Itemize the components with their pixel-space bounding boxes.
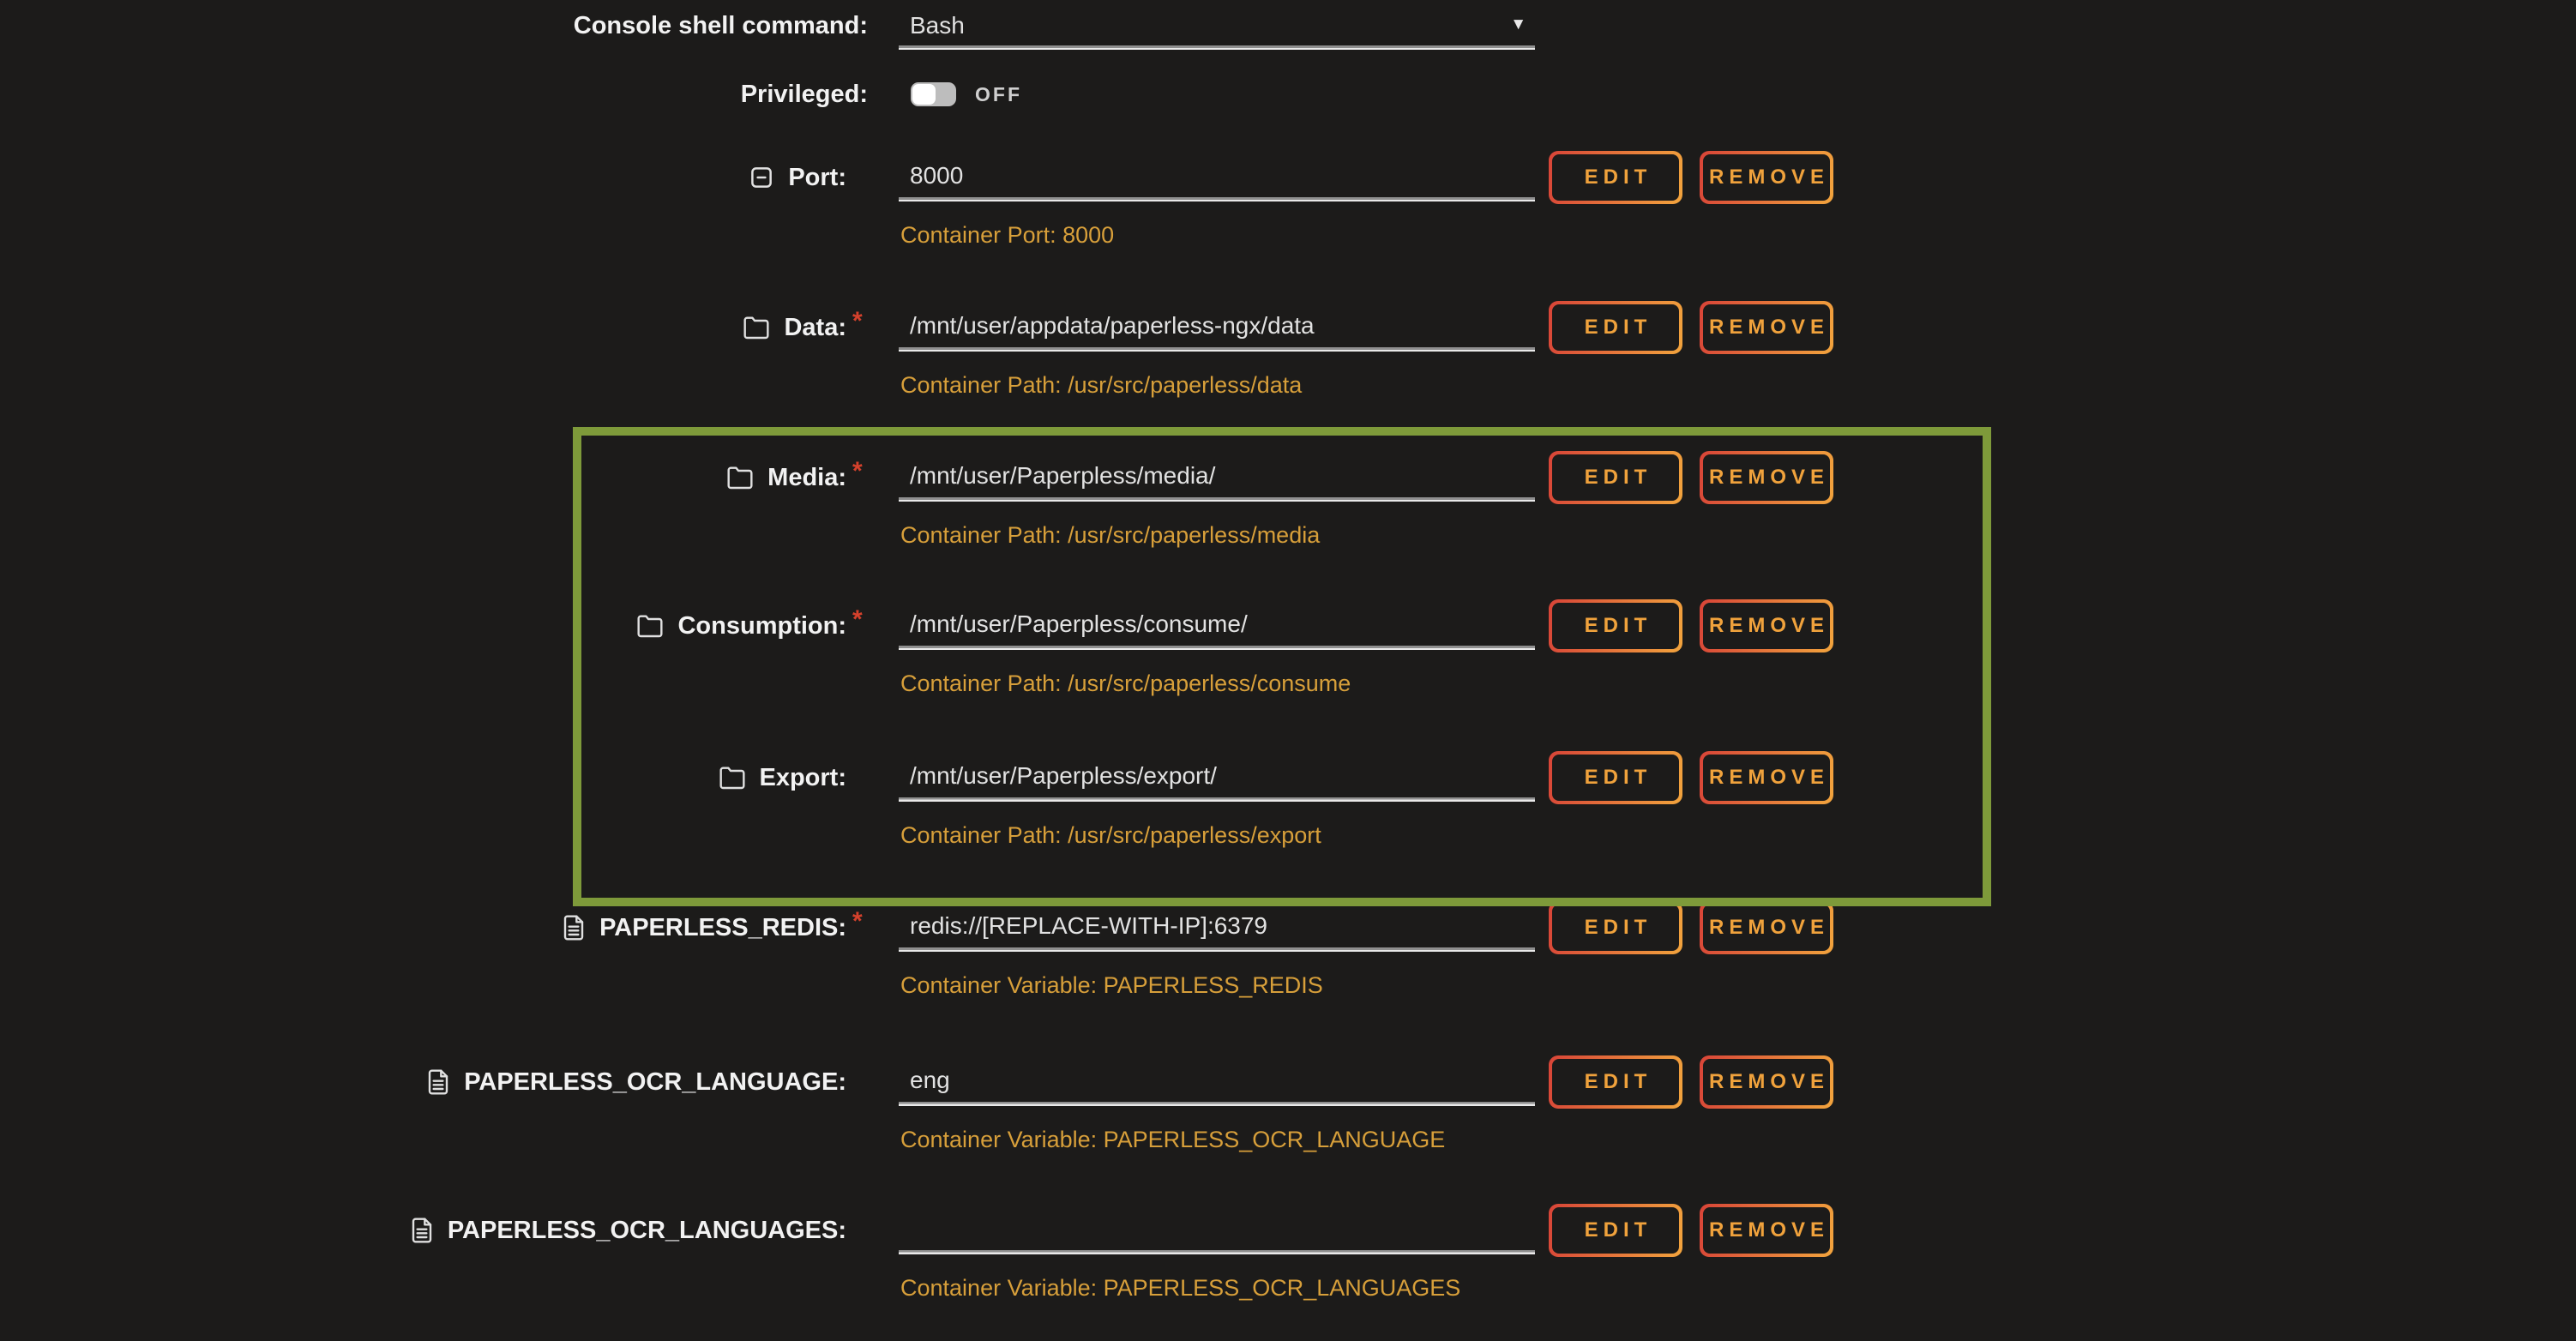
data-path-row: Data: * /mnt/user/appdata/paperless-ngx/… bbox=[0, 299, 2576, 399]
edit-button-label: EDIT bbox=[1552, 905, 1679, 951]
edit-button-label: EDIT bbox=[1552, 304, 1679, 351]
field-description: Container Path: /usr/src/paperless/consu… bbox=[899, 670, 1535, 697]
required-marker: * bbox=[852, 307, 868, 336]
remove-button-label: REMOVE bbox=[1703, 1059, 1830, 1105]
export-path-input[interactable]: /mnt/user/Paperpless/export/ bbox=[899, 749, 1535, 802]
field-label: PAPERLESS_OCR_LANGUAGE: bbox=[464, 1068, 846, 1097]
remove-button[interactable]: REMOVE bbox=[1700, 451, 1833, 504]
edit-button-label: EDIT bbox=[1552, 1059, 1679, 1105]
edit-button[interactable]: EDIT bbox=[1549, 599, 1682, 652]
field-label: PAPERLESS_OCR_LANGUAGES: bbox=[448, 1217, 846, 1245]
field-description: Container Path: /usr/src/paperless/expor… bbox=[899, 822, 1535, 849]
folder-icon bbox=[743, 316, 770, 340]
field-description: Container Port: 8000 bbox=[899, 222, 1535, 249]
field-label: Port: bbox=[788, 164, 846, 192]
remove-button-label: REMOVE bbox=[1703, 1207, 1830, 1254]
edit-button[interactable]: EDIT bbox=[1549, 1204, 1682, 1257]
field-value: 8000 bbox=[899, 162, 963, 189]
remove-button[interactable]: REMOVE bbox=[1700, 1204, 1833, 1257]
docker-template-settings-page: Console shell command: Bash ▼ Privileged… bbox=[0, 0, 2576, 1341]
paperless-ocr-languages-row: PAPERLESS_OCR_LANGUAGES: Container Varia… bbox=[0, 1202, 2576, 1302]
privileged-state-label: OFF bbox=[975, 83, 1022, 106]
remove-button-label: REMOVE bbox=[1703, 755, 1830, 801]
field-value: /mnt/user/Paperpless/media/ bbox=[899, 462, 1215, 490]
field-value: /mnt/user/appdata/paperless-ngx/data bbox=[899, 312, 1315, 340]
privileged-toggle[interactable] bbox=[911, 82, 956, 106]
required-marker: * bbox=[852, 605, 868, 634]
edit-button-label: EDIT bbox=[1552, 603, 1679, 649]
port-input[interactable]: 8000 bbox=[899, 149, 1535, 201]
field-value: /mnt/user/Paperpless/consume/ bbox=[899, 610, 1248, 638]
field-value: eng bbox=[899, 1067, 950, 1094]
toggle-knob-icon bbox=[912, 84, 936, 105]
remove-button[interactable]: REMOVE bbox=[1700, 301, 1833, 354]
data-path-input[interactable]: /mnt/user/appdata/paperless-ngx/data bbox=[899, 299, 1535, 352]
remove-button-label: REMOVE bbox=[1703, 603, 1830, 649]
field-value: redis://[REPLACE-WITH-IP]:6379 bbox=[899, 912, 1267, 940]
media-path-row: Media: * /mnt/user/Paperpless/media/ Con… bbox=[0, 449, 2576, 549]
paperless-ocr-language-row: PAPERLESS_OCR_LANGUAGE: eng Container Va… bbox=[0, 1054, 2576, 1153]
paperless-ocr-language-input[interactable]: eng bbox=[899, 1054, 1535, 1106]
required-marker: * bbox=[852, 907, 868, 936]
export-path-row: Export: /mnt/user/Paperpless/export/ Con… bbox=[0, 749, 2576, 849]
field-label: Media: bbox=[767, 464, 846, 492]
port-icon bbox=[749, 165, 774, 190]
edit-button[interactable]: EDIT bbox=[1549, 901, 1682, 954]
privileged-label: Privileged: bbox=[741, 81, 868, 109]
edit-button-label: EDIT bbox=[1552, 1207, 1679, 1254]
edit-button-label: EDIT bbox=[1552, 454, 1679, 501]
console-shell-command-row: Console shell command: Bash ▼ bbox=[0, 2, 2576, 50]
edit-button[interactable]: EDIT bbox=[1549, 1055, 1682, 1109]
paperless-ocr-languages-input[interactable] bbox=[899, 1202, 1535, 1254]
folder-icon bbox=[636, 614, 664, 638]
field-description: Container Path: /usr/src/paperless/media bbox=[899, 522, 1535, 549]
edit-button[interactable]: EDIT bbox=[1549, 451, 1682, 504]
console-shell-command-select[interactable]: Bash ▼ bbox=[899, 2, 1535, 50]
port-row: Port: 8000 Container Port: 8000 EDIT REM… bbox=[0, 149, 2576, 249]
paperless-redis-row: PAPERLESS_REDIS: * redis://[REPLACE-WITH… bbox=[0, 899, 2576, 999]
edit-button-label: EDIT bbox=[1552, 755, 1679, 801]
field-description: Container Path: /usr/src/paperless/data bbox=[899, 372, 1535, 399]
field-description: Container Variable: PAPERLESS_OCR_LANGUA… bbox=[899, 1127, 1535, 1153]
consumption-path-input[interactable]: /mnt/user/Paperpless/consume/ bbox=[899, 598, 1535, 650]
folder-icon bbox=[726, 466, 754, 490]
remove-button[interactable]: REMOVE bbox=[1700, 151, 1833, 204]
field-description: Container Variable: PAPERLESS_REDIS bbox=[899, 972, 1535, 999]
consumption-path-row: Consumption: * /mnt/user/Paperpless/cons… bbox=[0, 598, 2576, 697]
field-label: Export: bbox=[760, 764, 847, 792]
folder-icon bbox=[719, 766, 746, 790]
remove-button-label: REMOVE bbox=[1703, 905, 1830, 951]
privileged-row: Privileged: OFF bbox=[0, 72, 2576, 117]
edit-button[interactable]: EDIT bbox=[1549, 751, 1682, 804]
paperless-redis-input[interactable]: redis://[REPLACE-WITH-IP]:6379 bbox=[899, 899, 1535, 952]
field-value: /mnt/user/Paperpless/export/ bbox=[899, 762, 1217, 790]
file-icon bbox=[426, 1068, 450, 1096]
remove-button[interactable]: REMOVE bbox=[1700, 751, 1833, 804]
console-shell-command-value: Bash bbox=[899, 12, 965, 39]
field-label: PAPERLESS_REDIS: bbox=[599, 914, 846, 942]
dropdown-caret-icon: ▼ bbox=[1510, 16, 1526, 33]
remove-button[interactable]: REMOVE bbox=[1700, 599, 1833, 652]
remove-button-label: REMOVE bbox=[1703, 304, 1830, 351]
remove-button[interactable]: REMOVE bbox=[1700, 1055, 1833, 1109]
remove-button-label: REMOVE bbox=[1703, 154, 1830, 201]
required-marker: * bbox=[852, 457, 868, 486]
file-icon bbox=[410, 1217, 434, 1244]
media-path-input[interactable]: /mnt/user/Paperpless/media/ bbox=[899, 449, 1535, 502]
field-label: Consumption: bbox=[677, 612, 846, 640]
remove-button[interactable]: REMOVE bbox=[1700, 901, 1833, 954]
remove-button-label: REMOVE bbox=[1703, 454, 1830, 501]
field-label: Data: bbox=[784, 314, 846, 342]
edit-button-label: EDIT bbox=[1552, 154, 1679, 201]
field-description: Container Variable: PAPERLESS_OCR_LANGUA… bbox=[899, 1275, 1535, 1302]
file-icon bbox=[562, 914, 586, 941]
edit-button[interactable]: EDIT bbox=[1549, 301, 1682, 354]
edit-button[interactable]: EDIT bbox=[1549, 151, 1682, 204]
console-shell-command-label: Console shell command: bbox=[574, 12, 868, 40]
